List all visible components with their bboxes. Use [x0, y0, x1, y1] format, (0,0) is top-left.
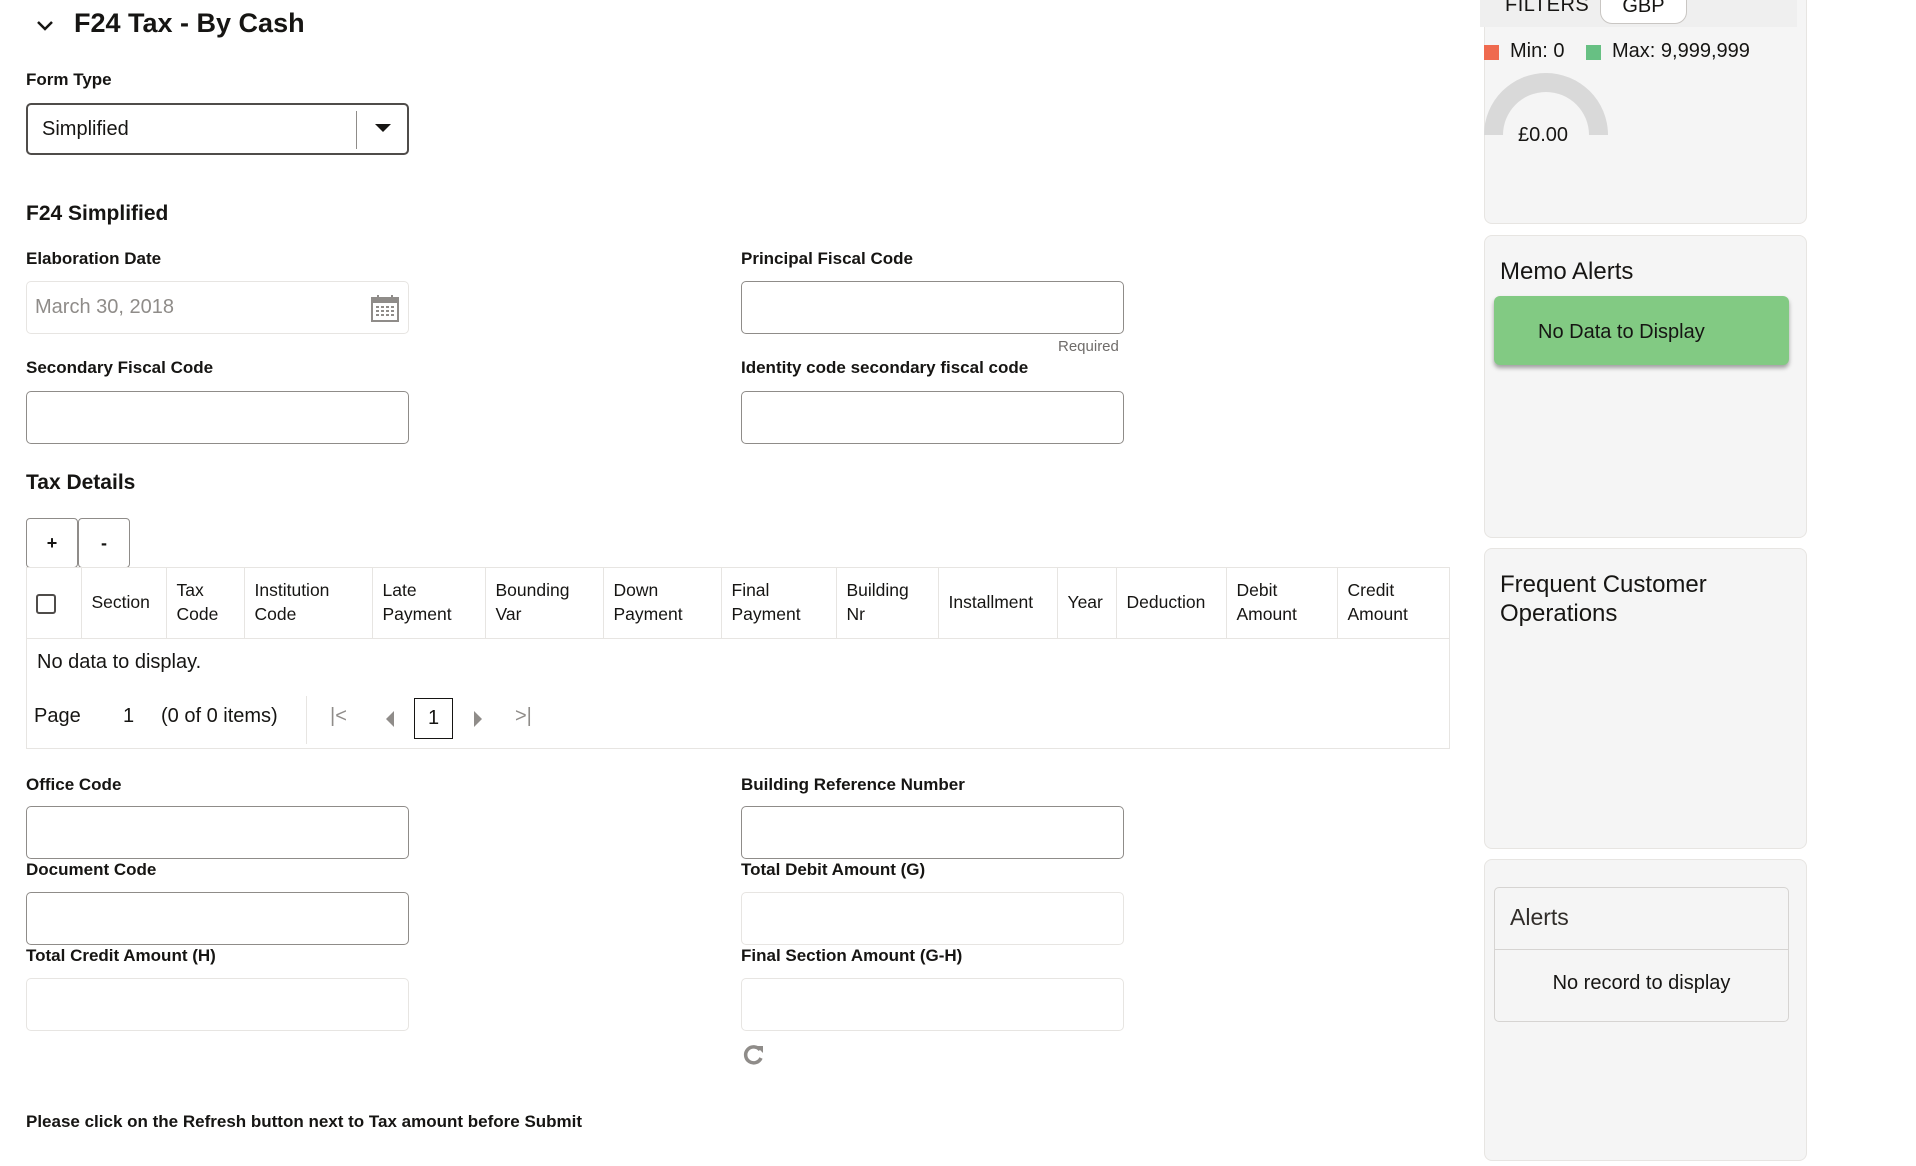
refresh-icon[interactable]: [742, 1043, 766, 1067]
pager-divider: [306, 696, 307, 744]
alerts-empty: No record to display: [1552, 972, 1731, 994]
col-down-payment[interactable]: Down Payment: [603, 567, 722, 639]
identity-code-input[interactable]: [741, 391, 1124, 444]
min-legend-swatch: [1484, 45, 1499, 60]
page-number: 1: [123, 705, 135, 727]
col-bounding-var[interactable]: Bounding Var: [485, 567, 604, 639]
building-reference-label: Building Reference Number: [741, 775, 965, 794]
tax-details-grid: Section Tax Code Institution Code Late P…: [26, 567, 1450, 639]
select-divider: [356, 111, 357, 149]
previous-page-icon[interactable]: [384, 711, 396, 727]
form-type-select[interactable]: Simplified: [26, 103, 409, 155]
col-late-payment[interactable]: Late Payment: [372, 567, 486, 639]
identity-code-label: Identity code secondary fiscal code: [741, 358, 1029, 377]
final-section-label: Final Section Amount (G-H): [741, 946, 963, 965]
form-type-label: Form Type: [26, 70, 112, 89]
alerts-divider: [1495, 949, 1788, 950]
col-deduction[interactable]: Deduction: [1116, 567, 1227, 639]
table-header-row: Section Tax Code Institution Code Late P…: [26, 567, 1450, 639]
currency-filter-pill[interactable]: GBP: [1600, 0, 1687, 24]
document-code-label: Document Code: [26, 860, 157, 879]
col-credit-amount[interactable]: Credit Amount: [1337, 567, 1450, 639]
col-building-nr[interactable]: Building Nr: [836, 567, 939, 639]
principal-fiscal-code-label: Principal Fiscal Code: [741, 249, 913, 268]
calendar-icon[interactable]: [370, 293, 400, 323]
gauge-value: £0.00: [1518, 124, 1569, 146]
max-legend-label: Max: 9,999,999: [1612, 40, 1750, 62]
current-page-box[interactable]: 1: [414, 698, 453, 739]
office-code-label: Office Code: [26, 775, 122, 794]
dropdown-caret-icon[interactable]: [375, 124, 391, 132]
refresh-note: Please click on the Refresh button next …: [26, 1112, 583, 1131]
filters-label[interactable]: FILTERS: [1505, 0, 1589, 17]
total-credit-field: [26, 978, 409, 1031]
col-institution-code[interactable]: Institution Code: [244, 567, 373, 639]
memo-alerts-empty: No Data to Display: [1494, 296, 1789, 365]
filters-bar: FILTERS GBP: [1480, 0, 1797, 27]
first-page-icon[interactable]: |<: [330, 705, 347, 728]
memo-alerts-title: Memo Alerts: [1500, 258, 1634, 285]
office-code-input[interactable]: [26, 806, 409, 859]
total-credit-label: Total Credit Amount (H): [26, 946, 216, 965]
total-debit-field: [741, 892, 1124, 945]
total-debit-label: Total Debit Amount (G): [741, 860, 926, 879]
elaboration-date-value: March 30, 2018: [35, 296, 174, 318]
select-all-cell: [26, 567, 82, 639]
section-title: F24 Simplified: [26, 202, 169, 225]
chevron-down-icon[interactable]: [34, 14, 56, 36]
min-legend-label: Min: 0: [1510, 40, 1565, 62]
page-title: F24 Tax - By Cash: [74, 8, 305, 38]
required-hint: Required: [1058, 338, 1119, 355]
secondary-fiscal-code-label: Secondary Fiscal Code: [26, 358, 214, 377]
secondary-fiscal-code-input[interactable]: [26, 391, 409, 444]
alerts-panel: Alerts No record to display: [1494, 887, 1789, 1022]
select-all-checkbox[interactable]: [36, 593, 56, 614]
frequent-operations-title: Frequent Customer Operations: [1500, 571, 1707, 627]
document-code-input[interactable]: [26, 892, 409, 945]
page-summary: (0 of 0 items): [161, 705, 278, 727]
table-empty-message: No data to display.: [37, 651, 202, 673]
col-final-payment[interactable]: Final Payment: [721, 567, 837, 639]
remove-row-button[interactable]: -: [78, 518, 130, 568]
principal-fiscal-code-input[interactable]: [741, 281, 1124, 334]
next-page-icon[interactable]: [472, 711, 484, 727]
max-legend-swatch: [1586, 45, 1601, 60]
col-year[interactable]: Year: [1057, 567, 1117, 639]
add-row-button[interactable]: +: [26, 518, 78, 568]
col-installment[interactable]: Installment: [938, 567, 1058, 639]
alerts-title: Alerts: [1510, 904, 1569, 930]
col-section[interactable]: Section: [81, 567, 167, 639]
form-type-value: Simplified: [42, 118, 129, 140]
col-tax-code[interactable]: Tax Code: [166, 567, 245, 639]
page-label: Page: [34, 705, 81, 727]
building-reference-input[interactable]: [741, 806, 1124, 859]
col-debit-amount[interactable]: Debit Amount: [1226, 567, 1338, 639]
tax-details-title: Tax Details: [26, 471, 136, 494]
last-page-icon[interactable]: >|: [515, 705, 532, 728]
elaboration-date-field[interactable]: March 30, 2018: [26, 281, 409, 334]
final-section-field: [741, 978, 1124, 1031]
elaboration-date-label: Elaboration Date: [26, 249, 162, 268]
